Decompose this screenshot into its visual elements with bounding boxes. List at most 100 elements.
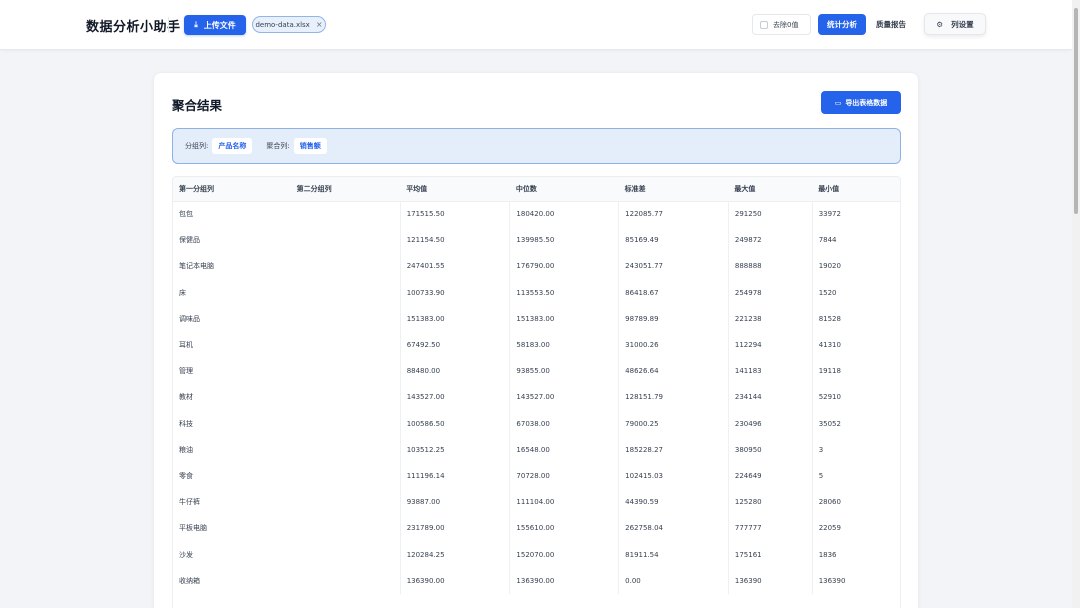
table-cell: 19020 — [818, 262, 841, 271]
table-row: 平板电脑 231789.00 155610.00 262758.04 777777 220… — [173, 515, 900, 542]
table-cell: 111196.14 — [400, 462, 511, 490]
table-cell — [290, 489, 401, 516]
table-row: 调味品 151383.00 151383.00 98789.89 221238 81528 — [173, 305, 900, 332]
agg-col-tag[interactable]: 销售额 — [293, 138, 327, 154]
table-cell: 85169.49 — [618, 227, 729, 254]
column-header[interactable]: 中位数 — [509, 177, 619, 202]
table-row: 管理 88480.00 93855.00 48626.64 141183 19118 — [173, 358, 900, 385]
table-cell — [290, 201, 401, 228]
table-cell: 100733.90 — [400, 279, 511, 306]
table-cell: 93887.00 — [400, 489, 511, 516]
table-cell: 沙发 — [179, 550, 193, 559]
table-cell: 调味品 — [179, 314, 200, 323]
table-cell: 171515.50 — [400, 201, 511, 228]
table-cell: 231789.00 — [400, 515, 511, 542]
gear-icon: ⚙ — [936, 19, 944, 29]
file-chip[interactable]: demo-data.xlsx × — [252, 16, 326, 33]
card-title: 聚合结果 — [172, 98, 223, 113]
column-header[interactable]: 第二分组列 — [290, 177, 401, 202]
results-table-wrapper: 第一分组列 第二分组列 平均值 中位数 标准差 最大值 最小值 包包 171515.50 180… — [172, 176, 901, 608]
table-cell: 291250 — [728, 201, 813, 228]
table-cell: 155610.00 — [509, 515, 620, 542]
table-cell: 176790.00 — [509, 253, 620, 280]
export-table-button[interactable]: ▭ 导出表格数据 — [821, 91, 901, 114]
table-cell: 143527.00 — [400, 384, 511, 411]
table-row: 耳机 67492.50 58183.00 31000.26 112294 41310 — [173, 331, 900, 359]
column-header[interactable]: 标准差 — [618, 177, 729, 202]
table-cell: 120284.25 — [400, 541, 511, 568]
table-cell: 41310 — [818, 341, 841, 350]
table-cell: 管理 — [179, 367, 193, 376]
table-cell: 139985.50 — [509, 227, 620, 254]
upload-file-label: 上传文件 — [203, 20, 236, 30]
table-row: 粮油 103512.25 16548.00 185228.27 380950 3 — [173, 436, 900, 463]
table-row: 牛仔裤 93887.00 111104.00 44390.59 125280 28060 — [173, 489, 900, 516]
table-cell: 136390 — [818, 576, 846, 585]
table-cell: 19118 — [818, 367, 841, 376]
column-settings-button[interactable]: ⚙ 列设置 — [924, 13, 986, 35]
table-cell: 151383.00 — [400, 305, 511, 332]
table-cell: 67492.50 — [400, 331, 511, 359]
table-cell: 33972 — [818, 210, 841, 219]
table-cell: 88480.00 — [400, 358, 511, 385]
table-cell: 121154.50 — [400, 227, 511, 254]
table-cell: 81528 — [818, 314, 841, 323]
group-col-tag[interactable]: 产品名称 — [212, 138, 253, 154]
table-cell: 247401.55 — [400, 253, 511, 280]
table-cell: 113553.50 — [509, 279, 620, 306]
table-cell — [290, 305, 401, 332]
table-cell: 136390 — [728, 567, 813, 594]
table-cell: 笔记本电脑 — [179, 262, 214, 271]
table-row: 科技 100586.50 67038.00 79000.25 230496 35052 — [173, 410, 900, 437]
table-cell: 221238 — [728, 305, 813, 332]
page-scrollbar[interactable] — [1072, 0, 1080, 608]
table-cell: 包包 — [179, 210, 193, 219]
table-cell: 98789.89 — [618, 305, 729, 332]
tab-statistics[interactable]: 统计分析 — [818, 14, 866, 35]
table-cell — [290, 436, 401, 463]
table-cell: 67038.00 — [509, 410, 620, 437]
column-header[interactable]: 最小值 — [812, 177, 900, 202]
remove-zero-toggle[interactable]: 去除0值 — [752, 14, 811, 35]
export-icon: ▭ — [834, 98, 842, 107]
table-cell: 254978 — [728, 279, 813, 306]
table-cell — [290, 331, 401, 359]
file-name: demo-data.xlsx — [255, 20, 310, 29]
table-cell: 136390.00 — [400, 567, 511, 594]
table-cell: 380950 — [728, 436, 813, 463]
table-row: 教材 143527.00 143527.00 128151.79 234144 52910 — [173, 384, 900, 411]
table-cell: 888888 — [728, 253, 813, 280]
column-header[interactable]: 第一分组列 — [173, 177, 291, 202]
table-cell: 平板电脑 — [179, 524, 207, 533]
group-col-label: 分组列: — [185, 142, 209, 150]
agg-col-label: 聚合列: — [266, 142, 290, 150]
table-cell: 102415.03 — [618, 462, 729, 490]
scrollbar-thumb[interactable] — [1074, 8, 1078, 214]
upload-file-button[interactable]: ⤓ 上传文件 — [184, 15, 246, 35]
table-cell: 249872 — [728, 227, 813, 254]
table-cell — [290, 541, 401, 568]
table-cell: 0.00 — [618, 567, 729, 594]
table-cell: 5 — [818, 471, 824, 480]
table-cell — [290, 358, 401, 385]
column-header[interactable]: 平均值 — [400, 177, 510, 202]
table-cell: 耳机 — [179, 341, 193, 350]
table-cell: 86418.67 — [618, 279, 729, 306]
table-cell: 22059 — [818, 524, 841, 533]
table-row: 零食 111196.14 70728.00 102415.03 224649 5 — [173, 462, 900, 490]
table-cell: 70728.00 — [509, 462, 620, 490]
table-cell: 243051.77 — [618, 253, 729, 280]
table-cell: 58183.00 — [509, 331, 620, 359]
table-cell: 44390.59 — [618, 489, 729, 516]
close-icon[interactable]: × — [316, 20, 323, 29]
table-cell: 151383.00 — [509, 305, 620, 332]
tab-quality-report[interactable]: 质量报告 — [868, 14, 914, 35]
table-cell: 224649 — [728, 462, 813, 490]
column-header[interactable]: 最大值 — [728, 177, 813, 202]
table-cell: 教材 — [179, 393, 193, 402]
table-cell: 262758.04 — [618, 515, 729, 542]
table-cell: 28060 — [818, 498, 841, 507]
table-cell: 1836 — [818, 550, 837, 559]
table-row: 收纳箱 136390.00 136390.00 0.00 136390 136390 — [173, 567, 900, 594]
remove-zero-checkbox[interactable] — [760, 20, 768, 29]
